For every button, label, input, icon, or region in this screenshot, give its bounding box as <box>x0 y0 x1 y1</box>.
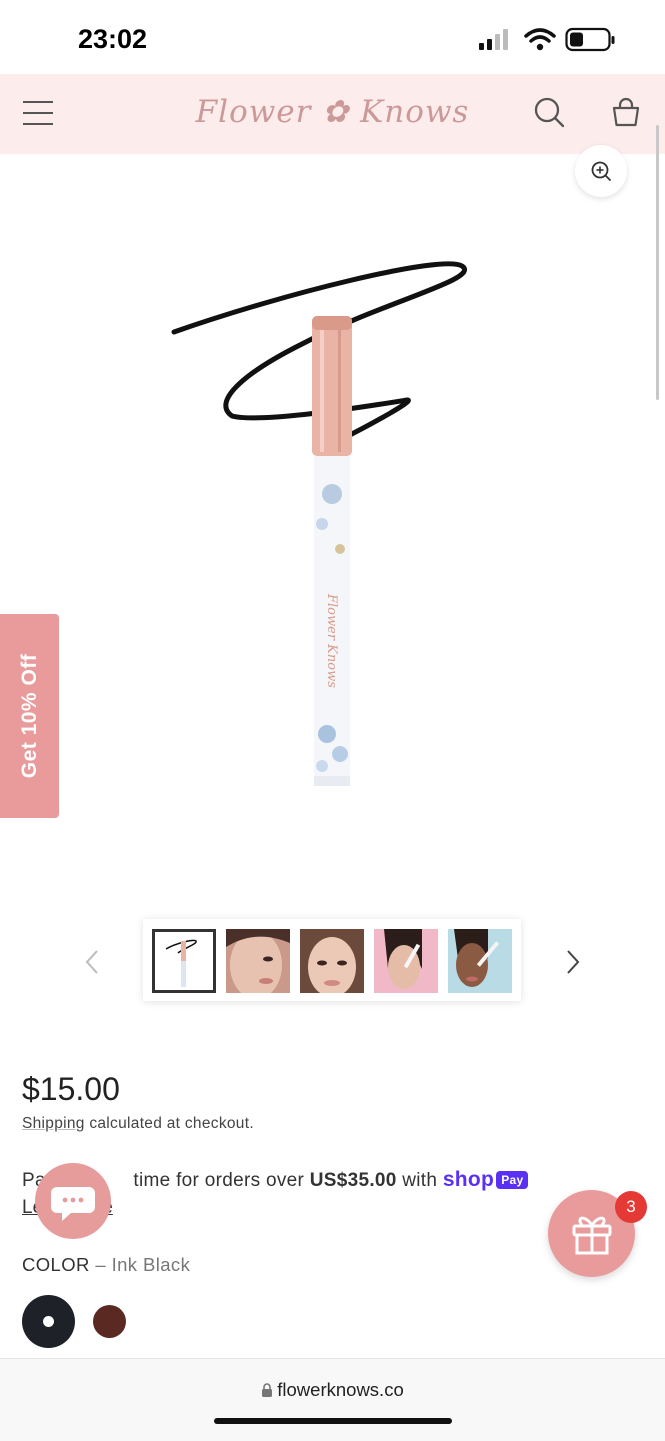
zoom-icon <box>591 161 611 181</box>
bag-icon[interactable] <box>611 96 641 128</box>
discount-tab[interactable]: Get 10% Off <box>0 614 59 818</box>
shipping-note: Shipping calculated at checkout. <box>22 1115 254 1132</box>
thumbnail-strip <box>143 919 521 1001</box>
color-label: COLOR – Ink Black <box>22 1254 191 1275</box>
selected-color-name: Ink Black <box>111 1254 191 1275</box>
zoom-button[interactable] <box>575 145 627 197</box>
status-bar: 23:02 <box>0 0 665 74</box>
home-indicator[interactable] <box>214 1418 452 1424</box>
product-price: $15.00 <box>22 1071 120 1107</box>
thumbnail-model-2[interactable] <box>300 929 364 993</box>
thumbnail-product[interactable] <box>152 929 216 993</box>
wifi-icon <box>524 28 556 51</box>
battery-icon <box>565 27 615 52</box>
prev-arrow-icon[interactable] <box>82 949 102 975</box>
chat-button[interactable] <box>35 1163 111 1239</box>
swatch-brown[interactable] <box>93 1305 126 1338</box>
site-logo[interactable]: Flower ✿ Knows <box>0 94 665 130</box>
thumbnail-model-3[interactable] <box>374 929 438 993</box>
signal-icon <box>479 29 508 50</box>
search-icon[interactable] <box>533 96 565 130</box>
shop-pay-logo: shop <box>442 1168 495 1191</box>
scrollbar-thumb[interactable] <box>656 125 659 400</box>
chat-icon <box>51 1187 95 1221</box>
url-text[interactable]: flowerknows.co <box>0 1379 665 1401</box>
next-arrow-icon[interactable] <box>563 949 583 975</box>
status-time: 23:02 <box>78 24 148 54</box>
shipping-link[interactable]: Shipping <box>22 1115 85 1132</box>
thumbnail-model-4[interactable] <box>448 929 512 993</box>
gift-badge-count: 3 <box>615 1191 647 1223</box>
discount-tab-label: Get 10% Off <box>17 653 41 779</box>
eyeliner-image: Flower Knows <box>171 261 467 786</box>
swatch-ink-black[interactable] <box>22 1295 75 1348</box>
pay-threshold: US$35.00 <box>309 1170 397 1191</box>
shop-pay-badge: Pay <box>496 1171 529 1189</box>
svg-text:Flower Knows: Flower Knows <box>324 593 339 688</box>
lock-icon <box>262 1383 273 1397</box>
product-image[interactable]: Flower Knows <box>22 154 642 906</box>
thumbnail-model-1[interactable] <box>226 929 290 993</box>
